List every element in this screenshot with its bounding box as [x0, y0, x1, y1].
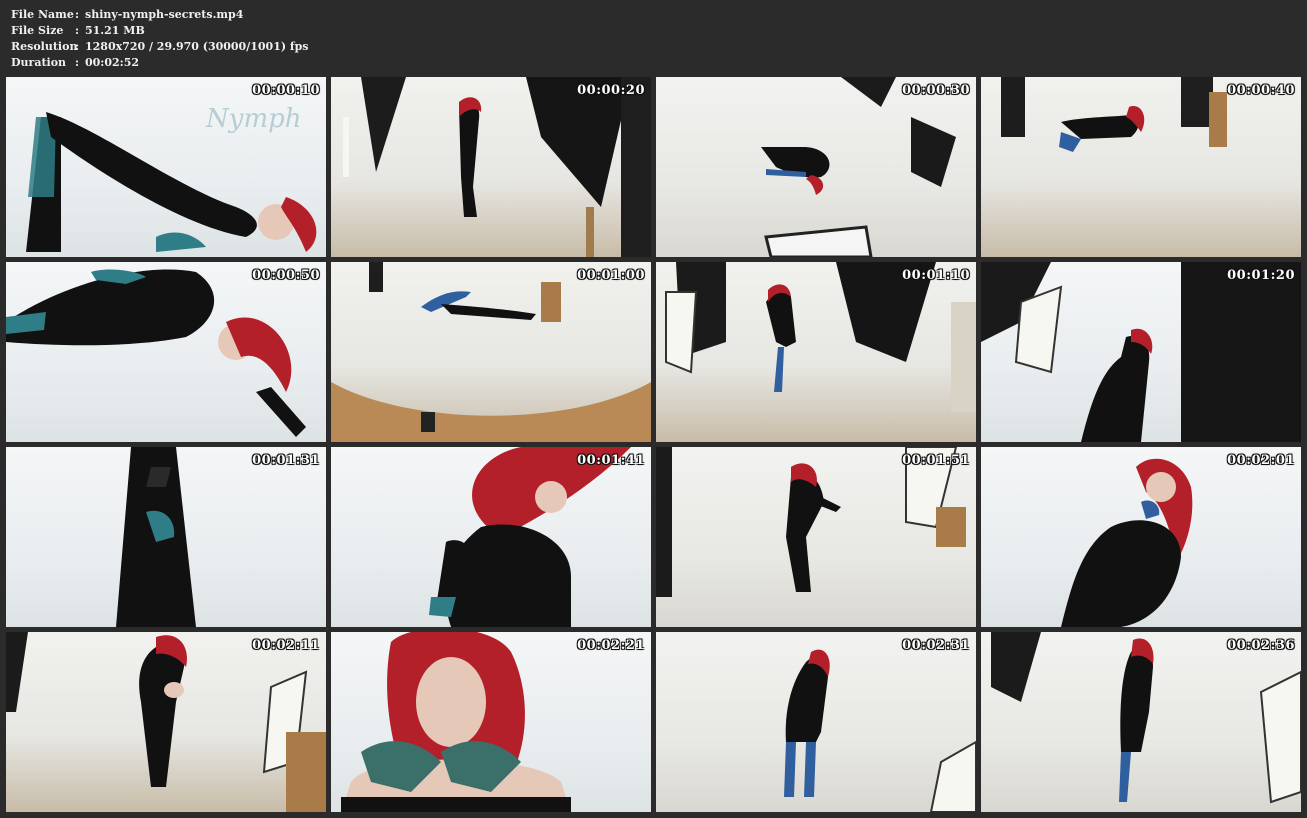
duration-label: Duration [11, 56, 67, 69]
thumbnail-timestamp: 00:02:36 [1227, 638, 1295, 653]
file-name-row: File Name : shiny-nymph-secrets.mp4 [11, 7, 309, 23]
video-frame-image [429, 447, 631, 627]
thumbnail-timestamp: 00:01:20 [1227, 268, 1295, 283]
video-frame-image [6, 269, 306, 437]
thumbnail-timestamp: 00:00:40 [1227, 83, 1295, 98]
thumbnail-frame[interactable]: 00:01:10 [656, 262, 976, 442]
thumbnail-frame[interactable]: 00:02:01 [981, 447, 1301, 627]
resolution-separator: : [75, 40, 80, 53]
thumbnail-frame[interactable]: Nymph 00:00:10 [6, 77, 326, 257]
file-size-row: File Size : 51.21 MB [11, 23, 309, 39]
thumbnail-frame[interactable]: 00:01:41 [331, 447, 651, 627]
thumbnail-frame[interactable]: 00:02:36 [981, 632, 1301, 812]
thumbnail-frame[interactable]: 00:01:00 [331, 262, 651, 442]
thumbnail-timestamp: 00:02:01 [1227, 453, 1295, 468]
thumbnail-timestamp: 00:01:10 [902, 268, 970, 283]
thumbnail-frame[interactable]: 00:02:21 [331, 632, 651, 812]
video-frame-image [784, 649, 976, 812]
video-frame-image [6, 632, 326, 812]
video-frame-image [761, 77, 956, 257]
video-frame-image [1001, 77, 1227, 152]
thumbnail-frame[interactable]: 00:01:51 [656, 447, 976, 627]
thumbnail-grid: Nymph 00:00:10 00:00:20 00:00:30 00:00:4… [6, 77, 1301, 812]
thumbnail-timestamp: 00:00:50 [252, 268, 320, 283]
video-frame-image [116, 447, 196, 627]
thumbnail-timestamp: 00:00:10 [252, 83, 320, 98]
thumbnail-frame[interactable]: 00:01:31 [6, 447, 326, 627]
thumbnail-timestamp: 00:00:30 [902, 83, 970, 98]
video-frame-image [331, 262, 651, 442]
video-frame-image [981, 262, 1301, 442]
thumbnail-frame[interactable]: 00:01:20 [981, 262, 1301, 442]
thumbnail-timestamp: 00:02:11 [252, 638, 320, 653]
file-name-label: File Name [11, 8, 74, 21]
thumbnail-timestamp: 00:02:21 [577, 638, 645, 653]
thumbnail-frame[interactable]: 00:00:20 [331, 77, 651, 257]
file-size-value: 51.21 MB [85, 24, 145, 37]
file-name-value: shiny-nymph-secrets.mp4 [85, 8, 244, 21]
thumbnail-timestamp: 00:00:20 [577, 83, 645, 98]
video-frame-image: Nymph [26, 104, 317, 252]
duration-value: 00:02:52 [85, 56, 140, 69]
thumbnail-timestamp: 00:01:41 [577, 453, 645, 468]
resolution-value: 1280x720 / 29.970 (30000/1001) fps [85, 40, 309, 53]
svg-text:Nymph: Nymph [205, 104, 301, 134]
video-frame-image [343, 77, 651, 257]
duration-separator: : [75, 56, 80, 69]
duration-row: Duration : 00:02:52 [11, 55, 309, 71]
video-frame-image [665, 262, 976, 412]
video-frame-image [656, 447, 966, 597]
thumbnail-timestamp: 00:02:31 [902, 638, 970, 653]
thumbnail-frame[interactable]: 00:00:30 [656, 77, 976, 257]
video-frame-image [341, 632, 571, 812]
thumbnail-timestamp: 00:01:51 [902, 453, 970, 468]
thumbnail-frame[interactable]: 00:00:50 [6, 262, 326, 442]
thumbnail-timestamp: 00:01:31 [252, 453, 320, 468]
thumbnail-timestamp: 00:01:00 [577, 268, 645, 283]
video-frame-image [1061, 458, 1193, 627]
thumbnail-frame[interactable]: 00:00:40 [981, 77, 1301, 257]
thumbnail-frame[interactable]: 00:02:11 [6, 632, 326, 812]
video-frame-image [991, 632, 1301, 804]
file-size-separator: : [75, 24, 80, 37]
thumbnail-frame[interactable]: 00:02:31 [656, 632, 976, 812]
file-info-header: File Name : shiny-nymph-secrets.mp4 File… [11, 7, 309, 71]
resolution-label: Resolution [11, 40, 78, 53]
resolution-row: Resolution : 1280x720 / 29.970 (30000/10… [11, 39, 309, 55]
file-size-label: File Size [11, 24, 64, 37]
file-name-separator: : [75, 8, 80, 21]
